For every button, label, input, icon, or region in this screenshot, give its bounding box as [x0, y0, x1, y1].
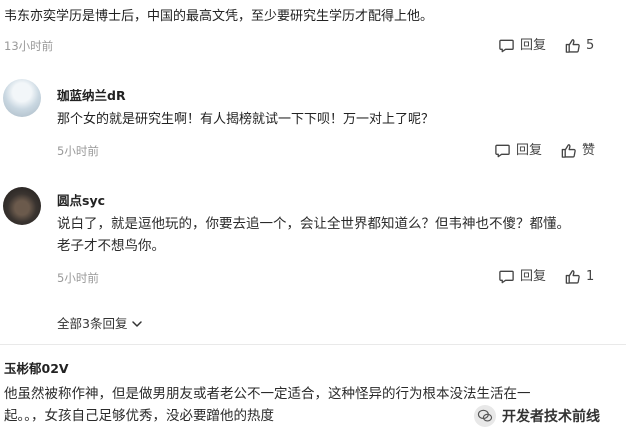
comment-time: 5小时前 [57, 271, 99, 285]
reply-label: 回复 [520, 37, 547, 53]
watermark-text: 开发者技术前线 [502, 409, 600, 425]
like-button[interactable]: 5 [564, 37, 594, 54]
comment-bubble-icon [494, 142, 511, 159]
thumbs-up-icon [560, 142, 577, 159]
comment-time: 5小时前 [57, 144, 99, 158]
comment-text-line1: 说白了，就是逗他玩的，你要去追一个，会让全世界都知道么？但韦神也不傻？都懂。 [57, 216, 570, 232]
like-count: 5 [586, 37, 595, 53]
reply-label: 回复 [520, 268, 547, 284]
comment-text-line1: 他虽然被称作神，但是做男朋友或者老公不一定适合，这种怪异的行为根本没法生活在一 [4, 386, 531, 402]
wechat-logo-icon [474, 405, 496, 427]
comment-bubble-icon [498, 268, 515, 285]
like-count: 1 [586, 268, 595, 284]
reply-button[interactable]: 回复 [498, 37, 546, 54]
username[interactable]: 珈蓝纳兰dR [57, 85, 126, 104]
divider [0, 344, 626, 345]
reply-label: 回复 [516, 142, 543, 158]
comment-text: 韦东亦奕学历是博士后，中国的最高文凭，至少要研究生学历才配得上他。 [4, 9, 434, 24]
username[interactable]: 玉彬郁02V [4, 358, 69, 377]
like-button[interactable]: 赞 [560, 142, 595, 159]
comment-text-line2: 起。。，女孩自己足够优秀，没必要蹭他的热度 [4, 408, 274, 424]
chevron-down-icon [130, 317, 144, 331]
expand-replies-label: 全部3条回复 [57, 316, 128, 331]
comment-text: 那个女的就是研究生啊！有人揭榜就试一下下呗！万一对上了呢？ [57, 112, 435, 127]
reply-button[interactable]: 回复 [494, 142, 542, 159]
like-label: 赞 [582, 142, 596, 158]
reply-button[interactable]: 回复 [498, 268, 546, 285]
comment-bubble-icon [498, 37, 515, 54]
username[interactable]: 圆点syc [57, 190, 105, 209]
like-button[interactable]: 1 [564, 268, 594, 285]
comment-time: 13小时前 [4, 39, 54, 53]
thumbs-up-icon [564, 268, 581, 285]
comment-text-line2: 老子才不想鸟你。 [57, 238, 165, 254]
avatar[interactable] [3, 79, 41, 117]
expand-replies-button[interactable]: 全部3条回复 [57, 316, 144, 332]
avatar[interactable] [3, 187, 41, 225]
watermark: 开发者技术前线 [474, 405, 600, 427]
thumbs-up-icon [564, 37, 581, 54]
